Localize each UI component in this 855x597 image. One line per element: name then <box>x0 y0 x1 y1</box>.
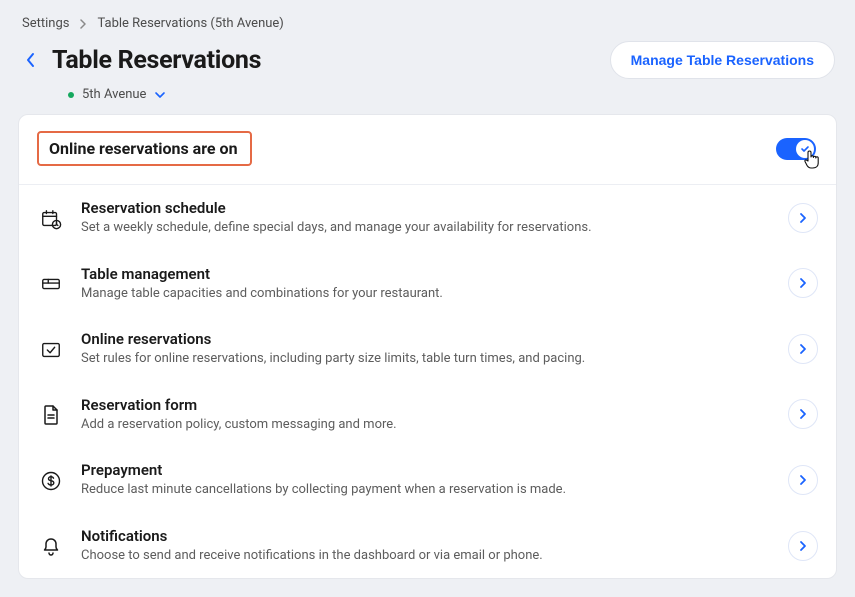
location-selector[interactable]: 5th Avenue <box>18 85 837 114</box>
table-icon <box>37 273 65 293</box>
chevron-right-icon <box>788 399 818 429</box>
row-notifications[interactable]: Notifications Choose to send and receive… <box>19 513 836 579</box>
page-title: Table Reservations <box>52 46 261 75</box>
chevron-down-icon <box>154 91 166 99</box>
breadcrumb-current: Table Reservations (5th Avenue) <box>97 16 283 31</box>
bell-icon <box>37 534 65 558</box>
row-title: Reservation form <box>81 396 772 414</box>
status-dot-icon <box>68 92 74 98</box>
online-reservations-toggle[interactable] <box>776 138 816 160</box>
chevron-right-icon <box>788 531 818 561</box>
row-title: Prepayment <box>81 461 772 479</box>
row-desc: Set a weekly schedule, define special da… <box>81 219 772 237</box>
chevron-right-icon <box>788 268 818 298</box>
row-desc: Add a reservation policy, custom messagi… <box>81 416 772 434</box>
toggle-knob <box>796 140 814 158</box>
document-icon <box>37 402 65 426</box>
chevron-right-icon <box>788 334 818 364</box>
chevron-right-icon <box>788 465 818 495</box>
online-reservations-status-label: Online reservations are on <box>49 139 238 158</box>
settings-card: Online reservations are on <box>18 114 837 579</box>
row-table-management[interactable]: Table management Manage table capacities… <box>19 251 836 317</box>
location-name: 5th Avenue <box>82 87 146 102</box>
row-desc: Choose to send and receive notifications… <box>81 547 772 565</box>
manage-table-reservations-button[interactable]: Manage Table Reservations <box>610 41 835 79</box>
dollar-icon <box>37 468 65 492</box>
row-desc: Set rules for online reservations, inclu… <box>81 350 772 368</box>
row-prepayment[interactable]: Prepayment Reduce last minute cancellati… <box>19 447 836 513</box>
row-online-reservations[interactable]: Online reservations Set rules for online… <box>19 316 836 382</box>
row-desc: Manage table capacities and combinations… <box>81 285 772 303</box>
calendar-clock-icon <box>37 206 65 230</box>
row-title: Notifications <box>81 527 772 545</box>
row-title: Reservation schedule <box>81 199 772 217</box>
breadcrumb-root[interactable]: Settings <box>22 16 69 31</box>
row-title: Table management <box>81 265 772 283</box>
row-reservation-form[interactable]: Reservation form Add a reservation polic… <box>19 382 836 448</box>
row-desc: Reduce last minute cancellations by coll… <box>81 481 772 499</box>
row-reservation-schedule[interactable]: Reservation schedule Set a weekly schedu… <box>19 185 836 251</box>
row-title: Online reservations <box>81 330 772 348</box>
breadcrumb: Settings Table Reservations (5th Avenue) <box>18 14 837 41</box>
chevron-right-icon <box>788 203 818 233</box>
online-reservations-status-highlight: Online reservations are on <box>37 131 252 166</box>
chevron-right-icon <box>79 19 87 29</box>
back-button[interactable] <box>20 49 42 71</box>
checkbox-icon <box>37 339 65 359</box>
